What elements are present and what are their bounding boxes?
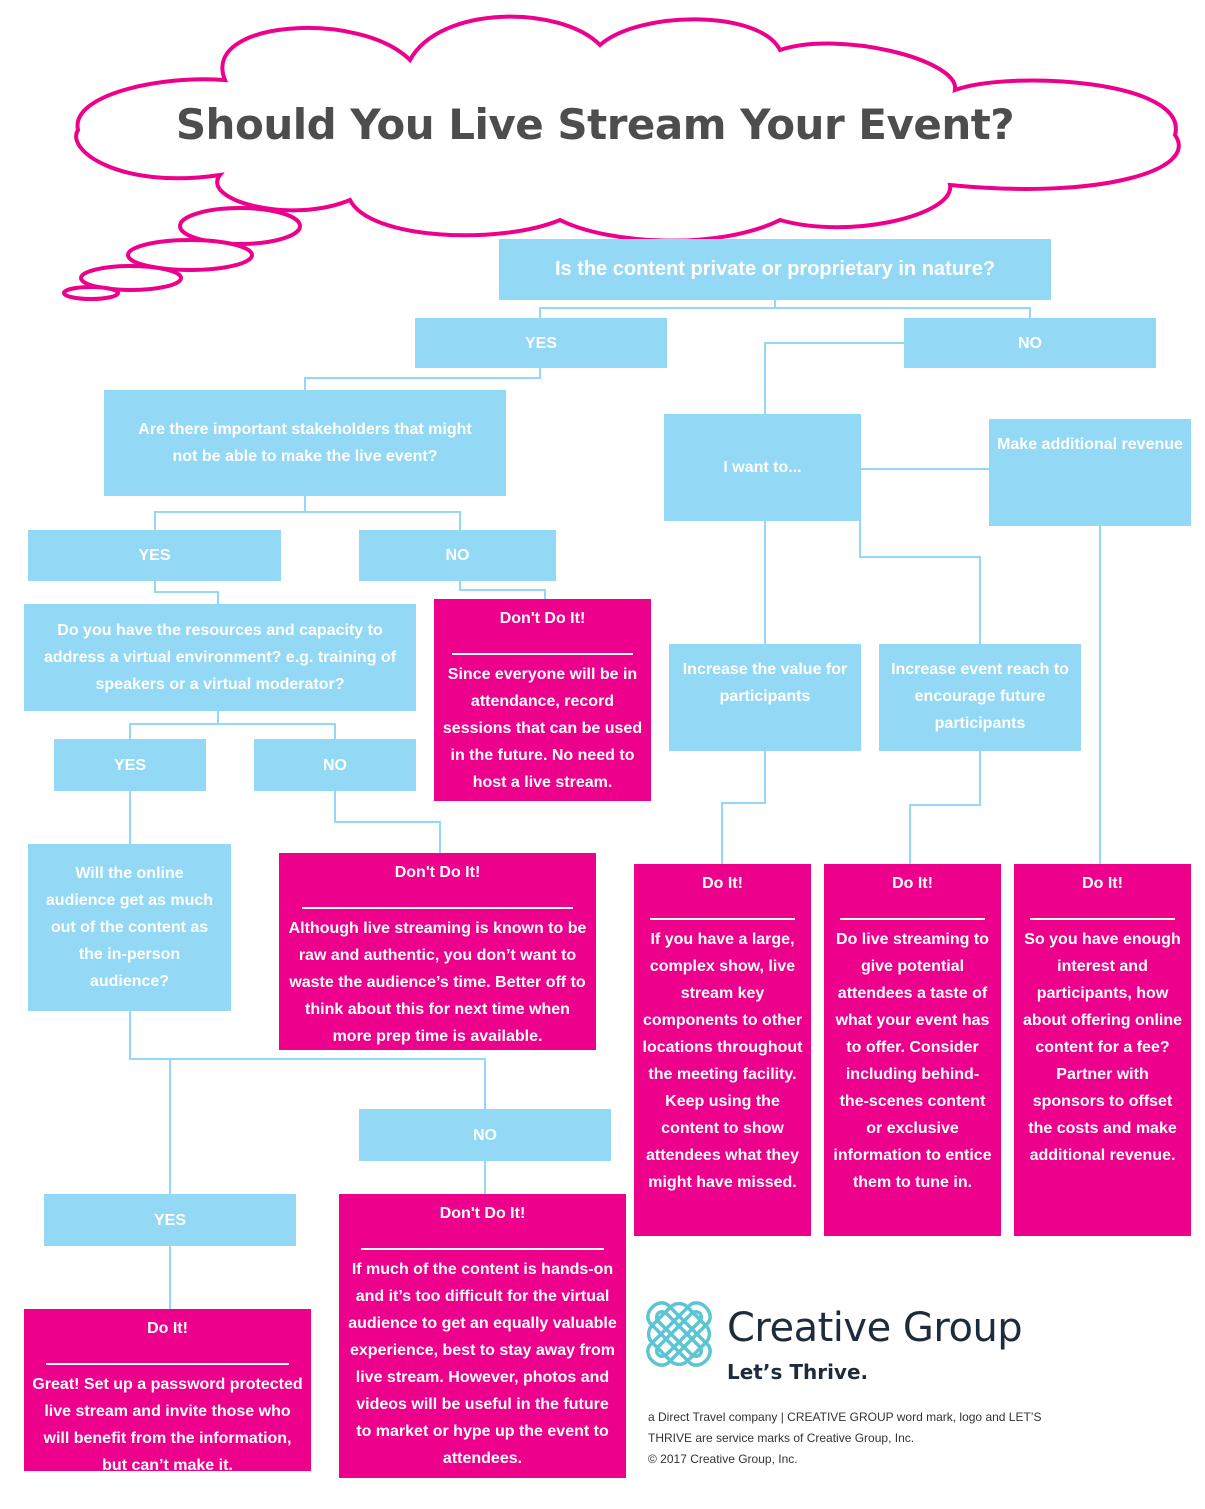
connector-value-doit [721,750,766,865]
outcome-resources-no: Don't Do It! Although live streaming is … [279,853,596,1050]
divider [302,907,573,909]
answer-stakeholders-no: NO [359,530,556,581]
connector-no-dont2 [334,791,441,853]
question-private-content: Is the content private or proprietary in… [499,239,1051,300]
question-online-audience: Will the online audience get as much out… [28,844,231,1011]
outcome-text: If much of the content is hands-on and i… [348,1261,617,1467]
brand-tagline: Let’s Thrive. [727,1360,869,1384]
outcome-heading: Do It! [702,875,743,892]
answer-label: NO [445,547,470,564]
outcome-make-revenue: Do It! So you have enough interest and p… [1014,864,1191,1236]
connector-yes-stakeholders [304,368,541,390]
divider [1030,918,1175,920]
divider [840,918,985,920]
outcome-increase-value: Do It! If you have a large, complex show… [634,864,811,1236]
answer-label: YES [524,334,557,352]
divider [452,653,633,655]
answer-label: NO [1018,334,1042,352]
answer-private-yes: YES [415,318,667,368]
answer-label: YES [113,756,146,774]
connector-want-reach [859,520,981,645]
answer-private-no: NO [904,318,1156,368]
answer-online-yes: YES [44,1194,296,1246]
question-text: Is the content private or proprietary in… [554,258,996,280]
connector-stake-no [305,511,461,530]
outcome-heading: Don't Do It! [439,1205,526,1222]
option-increase-value: Increase the value for participants [669,644,861,751]
option-make-revenue: Make additional revenue [989,419,1191,526]
answer-resources-no: NO [254,739,416,791]
creative-group-logo-icon [646,1301,712,1367]
thought-bubble-4 [62,285,120,301]
outcome-text: Although live streaming is known to be r… [288,920,587,1045]
connector-no-want [764,342,904,414]
answer-label: NO [473,1126,497,1144]
outcome-text: If you have a large, complex show, live … [642,931,803,1191]
connector-stake-yes [154,495,306,530]
page-title: Should You Live Stream Your Event? [175,100,1015,149]
brand-name: Creative Group [727,1305,1023,1351]
outcome-text: Great! Set up a password protected live … [32,1376,303,1474]
answer-label: YES [153,1211,186,1229]
outcome-text: So you have enough interest and particip… [1022,931,1183,1164]
outcome-heading: Do It! [147,1320,188,1337]
answer-resources-yes: YES [54,739,206,791]
outcome-heading: Do It! [892,875,933,892]
legal-line-2: THRIVE are service marks of Creative Gro… [648,1431,915,1445]
option-text: Make additional revenue [997,436,1183,453]
divider [650,918,795,920]
legal-line-1: a Direct Travel company | CREATIVE GROUP… [648,1410,1042,1424]
outcome-text: Since everyone will be in attendance, re… [442,666,643,791]
option-increase-reach: Increase event reach to encourage future… [879,644,1081,751]
connector-yes-resources [154,580,219,604]
question-text: Will the online audience get as much out… [45,865,214,990]
answer-stakeholders-yes: YES [28,530,281,581]
question-i-want-to: I want to... [664,414,861,521]
outcome-increase-reach: Do It! Do live streaming to give potenti… [824,864,1001,1236]
question-text: I want to... [723,459,802,476]
connector-res-yes [129,711,219,739]
divider [360,1248,605,1250]
outcome-heading: Do It! [1082,875,1123,892]
outcome-online-no: Don't Do It! If much of the content is h… [339,1194,626,1478]
outcome-heading: Don't Do It! [394,864,481,881]
connector-no-dont1 [459,580,546,599]
outcome-stakeholders-no: Don't Do It! Since everyone will be in a… [434,599,651,801]
outcome-heading: Don't Do It! [499,610,586,627]
connector-reach-doit [909,750,981,865]
question-stakeholders: Are there important stakeholders that mi… [104,390,506,496]
question-resources: Do you have the resources and capacity t… [24,604,416,711]
question-text: Are there important stakeholders that mi… [138,421,472,465]
divider [45,1363,290,1365]
question-text: Do you have the resources and capacity t… [43,622,397,693]
answer-label: NO [323,756,347,774]
connector-res-no [218,723,336,739]
answer-label: YES [138,547,171,564]
answer-online-no: NO [359,1109,611,1161]
outcome-text: Do live streaming to give potential atte… [833,931,992,1191]
copyright: © 2017 Creative Group, Inc. [648,1452,798,1466]
option-text: Increase the value for participants [682,661,848,705]
outcome-online-yes: Do It! Great! Set up a password protecte… [24,1309,311,1474]
option-text: Increase event reach to encourage future… [891,661,1069,732]
